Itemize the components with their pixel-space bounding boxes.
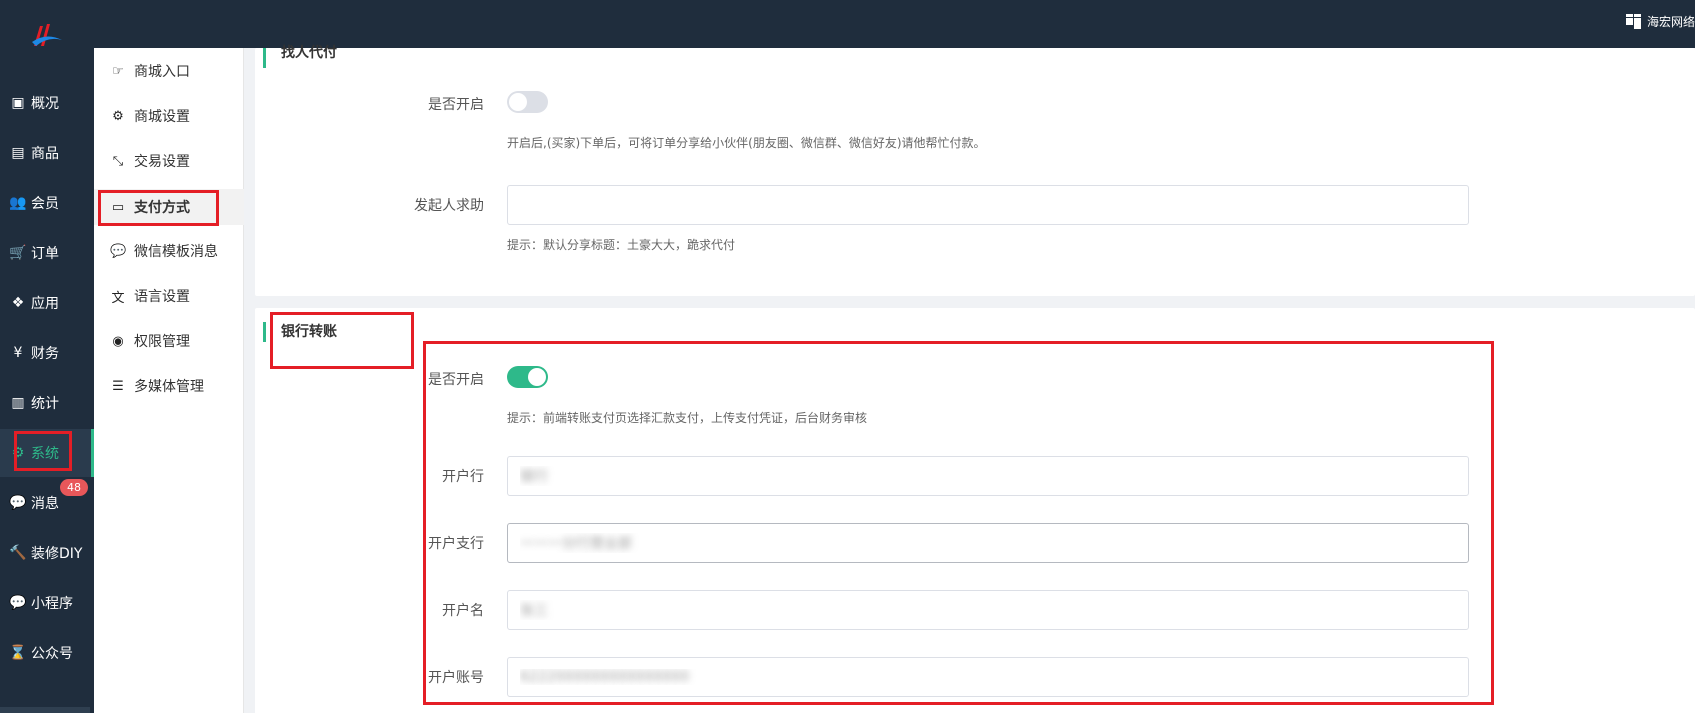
- branch-input[interactable]: [507, 523, 1469, 563]
- friend-pay-enable-hint: 开启后,(买家)下单后，可将订单分享给小伙伴(朋友圈、微信群、微信好友)请他帮忙…: [507, 136, 986, 150]
- account-name-input[interactable]: [507, 590, 1469, 630]
- top-bar: 海宏网络: [0, 0, 1695, 48]
- main-sidebar: ▣ 概况 ▤ 商品 👥 会员 🛒 订单 ❖ 应用 ¥ 财务 ▥ 统计 ⚙ 系统 …: [0, 48, 94, 713]
- sidebar-item-miniprogram[interactable]: 💬 小程序: [0, 583, 94, 623]
- main-content: 找人代付 是否开启 开启后,(买家)下单后，可将订单分享给小伙伴(朋友圈、微信群…: [244, 46, 1695, 713]
- bank-name-input[interactable]: [507, 456, 1469, 496]
- account-number-input[interactable]: [507, 657, 1469, 697]
- sidebar-item-finance[interactable]: ¥ 财务: [0, 333, 94, 373]
- sidebar-item-overview[interactable]: ▣ 概况: [0, 83, 94, 123]
- bank-transfer-toggle[interactable]: [507, 366, 548, 388]
- wechat-icon: 💬: [9, 595, 27, 611]
- message-count-badge: 48: [60, 479, 88, 496]
- sidebar-item-goods[interactable]: ▤ 商品: [0, 133, 94, 173]
- bank-enable-hint: 提示：前端转账支付页选择汇款支付，上传支付凭证，后台财务审核: [507, 411, 868, 425]
- account-number-label: 开户账号: [428, 670, 484, 686]
- system-subnav: ☞ 商城入口 ⚙ 商城设置 ⤡ 交易设置 ▭ 支付方式 💬 微信模板消息 文 语…: [94, 48, 244, 713]
- sidebar-item-official-account[interactable]: ⌛ 公众号: [0, 633, 94, 673]
- sidebar-item-decorate[interactable]: 🔨 装修DIY: [0, 533, 94, 573]
- subnav-item-media[interactable]: ☰ 多媒体管理: [94, 368, 244, 404]
- compress-icon: ⤡: [112, 153, 124, 169]
- brand-logo[interactable]: [28, 22, 64, 48]
- hand-point-icon: ☞: [112, 63, 124, 79]
- yen-icon: ¥: [13, 345, 23, 361]
- initiator-label: 发起人求助: [414, 198, 484, 214]
- chart-icon: ▥: [11, 395, 25, 411]
- cart-icon: 🛒: [9, 245, 27, 261]
- initiator-help-input[interactable]: [507, 185, 1469, 225]
- hourglass-icon: ⌛: [9, 645, 27, 661]
- section-title-friend-pay: 找人代付: [263, 46, 337, 68]
- wechat-icon: 💬: [110, 243, 127, 259]
- cubes-icon: ❖: [11, 295, 25, 311]
- window-icon: ▣: [11, 95, 25, 111]
- subnav-item-store-settings[interactable]: ⚙ 商城设置: [94, 98, 244, 134]
- sidebar-item-system[interactable]: ⚙ 系统: [0, 429, 94, 477]
- sidebar-item-members[interactable]: 👥 会员: [0, 183, 94, 223]
- store-switcher[interactable]: 海宏网络: [1625, 10, 1695, 32]
- credit-card-icon: ▭: [111, 199, 125, 215]
- initiator-hint: 提示：默认分享标题：土豪大大，跪求代付: [507, 238, 736, 252]
- bank-name-label: 开户行: [442, 469, 484, 485]
- comment-icon: 💬: [9, 495, 27, 511]
- branch-label: 开户支行: [428, 536, 484, 552]
- subnav-item-store-entry[interactable]: ☞ 商城入口: [94, 53, 244, 89]
- subnav-item-language[interactable]: 文 语言设置: [94, 278, 244, 314]
- subnav-item-wechat-template[interactable]: 💬 微信模板消息: [94, 233, 244, 269]
- users-icon: 👥: [9, 195, 27, 211]
- sidebar-item-orders[interactable]: 🛒 订单: [0, 233, 94, 273]
- account-name-label: 开户名: [442, 603, 484, 619]
- sidebar-scrollbar[interactable]: [0, 707, 90, 713]
- friend-pay-card: [255, 48, 1695, 296]
- sidebar-item-apps[interactable]: ❖ 应用: [0, 283, 94, 323]
- gear-icon: ⚙: [112, 108, 124, 124]
- subnav-item-trade-settings[interactable]: ⤡ 交易设置: [94, 143, 244, 179]
- box-icon: ▤: [11, 145, 25, 161]
- subnav-item-payment-methods[interactable]: ▭ 支付方式: [94, 189, 244, 225]
- bank-enable-label: 是否开启: [428, 372, 484, 388]
- subnav-item-permissions[interactable]: ◉ 权限管理: [94, 323, 244, 359]
- language-icon: 文: [111, 290, 125, 306]
- section-title-bank-transfer: 银行转账: [263, 322, 337, 342]
- mask-icon: ◉: [112, 333, 124, 349]
- sidebar-item-stats[interactable]: ▥ 统计: [0, 383, 94, 423]
- list-icon: ☰: [112, 378, 124, 394]
- gears-icon: ⚙: [11, 445, 25, 461]
- friend-pay-enable-label: 是否开启: [428, 97, 484, 113]
- brand-name: 海宏网络: [1646, 14, 1695, 29]
- grid-icon: [1625, 13, 1641, 29]
- friend-pay-toggle[interactable]: [507, 91, 548, 113]
- hammer-icon: 🔨: [9, 545, 27, 561]
